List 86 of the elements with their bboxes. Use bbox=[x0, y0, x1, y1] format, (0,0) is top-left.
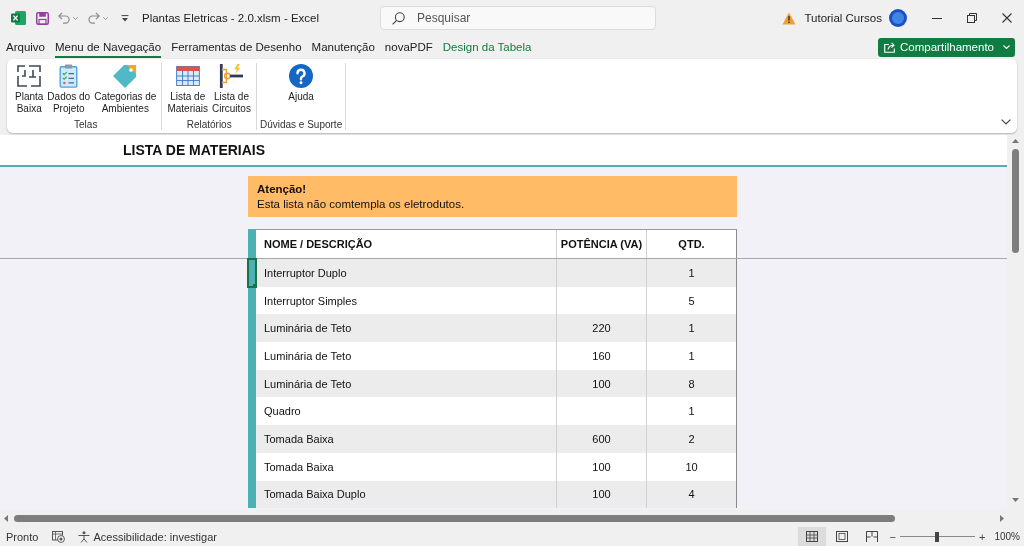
caret-icon bbox=[1003, 45, 1010, 49]
column-header: POTÊNCIA (VA) bbox=[557, 230, 647, 258]
ribbon-button[interactable]: Planta Baixa bbox=[13, 63, 46, 114]
chevron-down-icon[interactable] bbox=[1001, 119, 1011, 125]
share-icon bbox=[884, 41, 897, 53]
page-break-icon bbox=[865, 531, 878, 542]
scroll-up-icon[interactable] bbox=[1012, 139, 1019, 143]
notice-heading: Atenção! bbox=[257, 183, 308, 195]
table-cell-text: 8 bbox=[687, 376, 696, 392]
table-cell: 600 bbox=[557, 425, 647, 453]
scroll-right-icon[interactable] bbox=[1000, 514, 1004, 522]
search-icon bbox=[392, 12, 405, 25]
share-button[interactable]: Compartilhamento bbox=[878, 37, 1015, 57]
page-layout-icon bbox=[835, 531, 848, 542]
table-cell-text: 1 bbox=[687, 321, 696, 337]
circuit-icon bbox=[219, 64, 244, 88]
table-cell-text: 1 bbox=[687, 404, 696, 420]
avatar-icon[interactable] bbox=[889, 9, 907, 27]
minimize-icon[interactable] bbox=[931, 17, 942, 19]
ribbon-button[interactable]: Categorias de Ambientes bbox=[92, 63, 159, 114]
table-cell: 220 bbox=[557, 314, 647, 343]
table-cell: Tomada Baixa Duplo bbox=[256, 480, 557, 509]
undo-icon[interactable] bbox=[58, 12, 70, 24]
help-icon bbox=[289, 64, 314, 88]
zoom-in-button[interactable]: + bbox=[977, 530, 988, 543]
accessibility-icon[interactable] bbox=[78, 530, 91, 543]
ribbon-group-label: Dúvidas e Suporte bbox=[259, 119, 343, 130]
customize-toolbar-icon[interactable] bbox=[121, 14, 129, 22]
ribbon-group-label: Relatórios bbox=[186, 119, 232, 130]
ribbon-button[interactable]: Ajuda bbox=[286, 63, 316, 103]
ribbon-tab[interactable]: Arquivo bbox=[6, 36, 45, 58]
table-cell: 100 bbox=[557, 452, 647, 481]
redo-icon[interactable] bbox=[88, 12, 100, 24]
ribbon-tab[interactable]: Ferramentas de Desenho bbox=[171, 36, 302, 58]
ribbon-group-label: Telas bbox=[74, 119, 98, 130]
table-cell-text: 1 bbox=[687, 265, 696, 281]
save-icon[interactable] bbox=[36, 11, 49, 25]
table-cell: Luminária de Teto bbox=[256, 314, 557, 343]
grid-icon bbox=[805, 531, 818, 542]
restore-icon[interactable] bbox=[966, 13, 977, 23]
slider-thumb[interactable] bbox=[935, 531, 940, 542]
caret-icon[interactable] bbox=[73, 16, 78, 20]
zoom-level[interactable]: 100% bbox=[994, 531, 1020, 542]
window-title: Plantas Eletricas - 2.0.xlsm - Excel bbox=[142, 12, 320, 24]
notice-text: Esta lista não comtempla os eletrodutos. bbox=[257, 198, 466, 210]
warning-icon[interactable] bbox=[782, 11, 797, 25]
caret-icon[interactable] bbox=[103, 16, 108, 20]
status-text: Pronto bbox=[6, 530, 39, 543]
floor-plan-icon bbox=[17, 65, 42, 87]
view-button[interactable] bbox=[797, 527, 826, 546]
table-cell: Interruptor Duplo bbox=[256, 259, 557, 287]
scrollbar-thumb[interactable] bbox=[14, 514, 895, 522]
sheet-title: LISTA DE MATERIAIS bbox=[123, 142, 266, 158]
ribbon-button[interactable]: Lista de Materiais bbox=[165, 63, 210, 114]
ribbon-tab[interactable]: Manutenção bbox=[311, 36, 375, 58]
ribbon-button[interactable]: Lista de Circuitos bbox=[210, 63, 253, 114]
close-icon[interactable] bbox=[1001, 13, 1012, 23]
scroll-left-icon[interactable] bbox=[4, 514, 8, 522]
table-cell: 100 bbox=[557, 369, 647, 398]
table-cell: Tomada Baixa bbox=[256, 425, 557, 453]
macro-record-icon[interactable] bbox=[52, 530, 66, 543]
accessibility-status[interactable]: Acessibilidade: investigar bbox=[93, 530, 217, 543]
clipboard-icon bbox=[59, 64, 79, 88]
scrollbar-thumb[interactable] bbox=[1012, 149, 1019, 253]
spreadsheet-app-icon[interactable] bbox=[11, 11, 26, 25]
table-cell-text: 10 bbox=[684, 459, 699, 475]
tag-icon bbox=[113, 64, 138, 88]
account-name[interactable]: Tutorial Cursos bbox=[804, 12, 882, 24]
table-icon bbox=[175, 66, 200, 86]
ribbon-button[interactable]: Dados do Projeto bbox=[45, 63, 93, 114]
table-cell-text: 4 bbox=[687, 487, 696, 503]
column-header: NOME / DESCRIÇÃO bbox=[256, 230, 557, 258]
zoom-out-button[interactable]: − bbox=[887, 530, 898, 543]
ribbon-tab[interactable]: Design da Tabela bbox=[442, 36, 532, 58]
table-cell: Luminária de Teto bbox=[256, 369, 557, 398]
table-cell-text: 1 bbox=[687, 348, 696, 364]
table-cell-text: 2 bbox=[687, 431, 696, 447]
table-cell: Tomada Baixa bbox=[256, 452, 557, 481]
ribbon-tab[interactable]: novaPDF bbox=[384, 36, 433, 58]
column-header: QTD. bbox=[677, 237, 706, 252]
table-cell: 160 bbox=[557, 342, 647, 370]
table-cell: Luminária de Teto bbox=[256, 342, 557, 370]
table-cell: 100 bbox=[557, 480, 647, 509]
table-cell-text: 5 bbox=[687, 293, 696, 309]
search-field[interactable]: Pesquisar bbox=[380, 6, 656, 30]
scroll-down-icon[interactable] bbox=[1012, 498, 1019, 502]
